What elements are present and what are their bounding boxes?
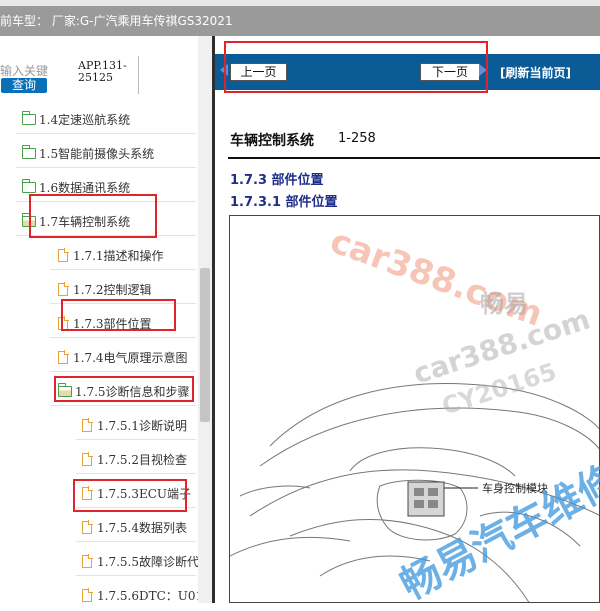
sidebar-scrollbar[interactable]	[198, 36, 212, 603]
folder-icon	[21, 110, 36, 125]
document-icon	[82, 588, 93, 602]
tree-item-label: 1.7.5.2目视检查	[97, 452, 187, 467]
vehicle-interior-drawing	[230, 383, 599, 602]
highlight-box	[73, 479, 187, 512]
refresh-link[interactable]: [刷新当前页]	[500, 64, 571, 81]
pane-divider[interactable]	[212, 36, 215, 603]
app-code-line-2: 25125	[78, 71, 113, 84]
tree-item-1-4[interactable]: 1.4定速巡航系统	[21, 102, 131, 136]
subsection-heading: 1.7.3.1 部件位置	[230, 195, 338, 210]
folder-icon	[21, 144, 36, 159]
document-icon	[82, 418, 93, 432]
tree-item-1-7-5-4[interactable]: 1.7.5.4数据列表	[82, 510, 187, 544]
document-icon	[58, 350, 69, 364]
tree-item-1-7-5-6[interactable]: 1.7.5.6DTC：U01	[82, 578, 203, 603]
tree-item-label: 1.7.5.5故障诊断代	[97, 554, 199, 569]
component-location-figure: 车身控制模块	[229, 215, 600, 603]
folder-icon	[21, 178, 36, 193]
document-title: 车辆控制系统	[230, 133, 314, 149]
tree-item-label: 1.4定速巡航系统	[39, 112, 131, 127]
highlight-box	[29, 194, 157, 238]
tree-item-label: 1.7.5.6DTC：U01	[97, 588, 204, 603]
highlight-box	[61, 299, 176, 331]
document-page-number: 1-258	[338, 131, 376, 146]
tree-item-1-7-4[interactable]: 1.7.4电气原理示意图	[58, 340, 188, 374]
body-control-module-icon	[407, 481, 445, 517]
tree-item-label: 1.7.5.4数据列表	[97, 520, 187, 535]
search-input[interactable]: 输入关键	[0, 62, 48, 79]
tree-item-label: 1.7.5.1诊断说明	[97, 418, 187, 433]
section-heading: 1.7.3 部件位置	[230, 173, 324, 188]
tree-item-1-5[interactable]: 1.5智能前摄像头系统	[21, 136, 155, 170]
title-rule	[228, 157, 600, 159]
document-icon	[82, 520, 93, 534]
document-icon	[82, 554, 93, 568]
document-icon	[82, 452, 93, 466]
tree-item-1-7-5-2[interactable]: 1.7.5.2目视检查	[82, 442, 187, 476]
document-icon	[58, 248, 69, 262]
vehicle-header-bar: 前车型： 厂家:G-广汽乘用车传祺GS32021	[0, 6, 600, 36]
tree-item-label: 1.7.1描述和操作	[73, 248, 164, 263]
highlight-box	[54, 376, 194, 402]
tree-item-label: 1.5智能前摄像头系统	[39, 146, 155, 161]
tree-item-label: 1.6数据通讯系统	[39, 180, 131, 195]
tree-item-label: 1.7.4电气原理示意图	[73, 350, 188, 365]
tree-item-label: 1.7.2控制逻辑	[73, 282, 152, 297]
tree-item-1-7-1[interactable]: 1.7.1描述和操作	[58, 238, 164, 272]
app-code-divider	[138, 56, 139, 94]
callout-label: 车身控制模块	[482, 482, 548, 495]
query-button[interactable]: 查询	[1, 78, 47, 93]
app-code: APP.131- 25125	[78, 60, 138, 84]
scrollbar-thumb[interactable]	[200, 268, 210, 422]
tree-item-1-7-5-1[interactable]: 1.7.5.1诊断说明	[82, 408, 187, 442]
tree-item-1-7-5-5[interactable]: 1.7.5.5故障诊断代	[82, 544, 199, 578]
document-icon	[58, 282, 69, 296]
vehicle-title: 前车型： 厂家:G-广汽乘用车传祺GS32021	[0, 14, 233, 28]
highlight-box	[224, 41, 488, 93]
